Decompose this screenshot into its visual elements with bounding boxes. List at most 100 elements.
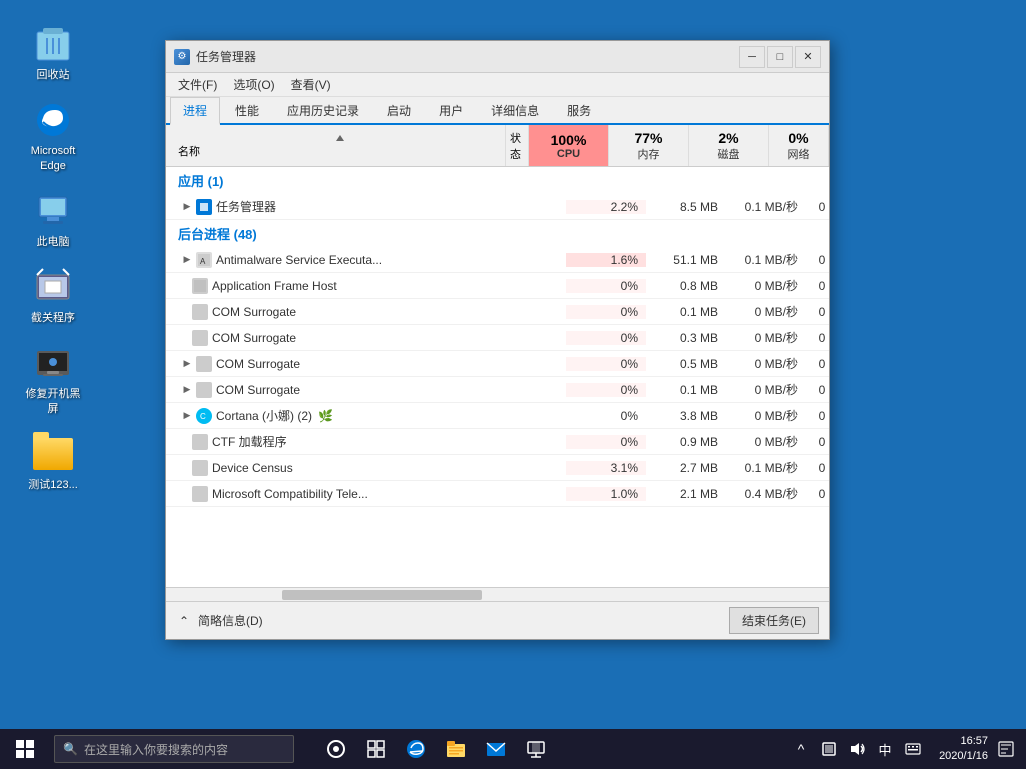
repair-label: 修复开机黑屏 xyxy=(22,387,84,416)
proc-disk: 0.1 MB/秒 xyxy=(726,251,806,268)
tab-history[interactable]: 应用历史记录 xyxy=(274,97,372,123)
disk-percent: 2% xyxy=(718,130,738,146)
taskbar-search[interactable]: 🔍 在这里输入你要搜索的内容 xyxy=(54,735,294,763)
repair-icon[interactable]: 修复开机黑屏 xyxy=(18,339,88,420)
edge-taskbar-icon[interactable] xyxy=(398,731,434,767)
proc-cpu: 3.1% xyxy=(566,461,646,475)
table-row[interactable]: Microsoft Compatibility Tele... 1.0% 2.1… xyxy=(166,481,829,507)
tray-caret-icon[interactable]: ^ xyxy=(791,739,811,759)
cpu-percent: 100% xyxy=(551,132,587,148)
ime-icon[interactable]: 中 xyxy=(875,739,895,759)
table-row[interactable]: ▶ A Antimalware Service Executa... 1.6% … xyxy=(166,247,829,273)
proc-memory: 0.5 MB xyxy=(646,357,726,371)
mail-taskbar-icon[interactable] xyxy=(478,731,514,767)
explorer-taskbar-icon[interactable] xyxy=(438,731,474,767)
menu-view[interactable]: 查看(V) xyxy=(283,74,339,96)
proc-network: 0 Mbps xyxy=(806,357,829,371)
col-memory[interactable]: 77% 内存 xyxy=(609,125,689,166)
proc-memory: 0.1 MB xyxy=(646,305,726,319)
multiwindow-icon[interactable] xyxy=(358,731,394,767)
cpu-label: CPU xyxy=(557,148,580,160)
tab-services[interactable]: 服务 xyxy=(554,97,604,123)
summary-info: ⌃ 简略信息(D) xyxy=(176,612,263,629)
proc-network: 0 Mbps xyxy=(806,383,829,397)
proc-disk: 0 MB/秒 xyxy=(726,303,806,320)
table-row[interactable]: ▶ COM Surrogate 0% 0.5 MB 0 MB/秒 0 Mbps xyxy=(166,351,829,377)
col-status-label: 状态 xyxy=(510,130,524,162)
taskbar-center-icons xyxy=(318,731,554,767)
proc-icon-cortana: C xyxy=(196,408,212,424)
volume-icon[interactable] xyxy=(847,739,867,759)
keyboard-icon[interactable] xyxy=(903,739,923,759)
tray-tablet-icon[interactable] xyxy=(819,739,839,759)
notification-icon[interactable] xyxy=(996,739,1016,759)
proc-network: 0 Mbps xyxy=(806,331,829,345)
table-row[interactable]: Application Frame Host 0% 0.8 MB 0 MB/秒 … xyxy=(166,273,829,299)
clock-time: 16:57 xyxy=(960,734,988,749)
process-list[interactable]: 应用 (1) ▶ 任务管理器 2.2% 8.5 MB 0.1 MB/秒 0 Mb… xyxy=(166,167,829,587)
screenshot-icon[interactable]: 截关程序 xyxy=(18,263,88,329)
table-row[interactable]: CTF 加载程序 0% 0.9 MB 0 MB/秒 0 Mbps xyxy=(166,429,829,455)
col-network[interactable]: 0% 网络 xyxy=(769,125,829,166)
table-row[interactable]: COM Surrogate 0% 0.3 MB 0 MB/秒 0 Mbps xyxy=(166,325,829,351)
proc-network: 0 Mbps xyxy=(806,253,829,267)
svg-text:C: C xyxy=(200,412,206,421)
proc-name-text: COM Surrogate xyxy=(212,305,296,319)
table-row[interactable]: ▶ 任务管理器 2.2% 8.5 MB 0.1 MB/秒 0 Mbps xyxy=(166,194,829,220)
proc-cpu: 1.6% xyxy=(566,253,646,267)
tab-startup[interactable]: 启动 xyxy=(374,97,424,123)
menu-options[interactable]: 选项(O) xyxy=(225,74,282,96)
proc-memory: 0.9 MB xyxy=(646,435,726,449)
system-clock[interactable]: 16:57 2020/1/16 xyxy=(939,734,988,765)
col-status[interactable]: 状态 xyxy=(506,125,529,166)
expand-icon[interactable]: ▶ xyxy=(182,202,192,212)
proc-memory: 51.1 MB xyxy=(646,253,726,267)
summary-arrow-icon[interactable]: ⌃ xyxy=(176,613,192,629)
start-button[interactable] xyxy=(0,729,50,769)
proc-network: 0 Mbps xyxy=(806,461,829,475)
column-headers: 名称 状态 100% CPU 77% 内存 2% 磁盘 0% xyxy=(166,125,829,167)
process-name-devicecensus: Device Census xyxy=(166,460,506,476)
col-disk[interactable]: 2% 磁盘 xyxy=(689,125,769,166)
taskview-icon[interactable] xyxy=(318,731,354,767)
expand-icon[interactable]: ▶ xyxy=(182,255,192,265)
taskbar: 🔍 在这里输入你要搜索的内容 xyxy=(0,729,1026,769)
end-task-button[interactable]: 结束任务(E) xyxy=(729,607,819,634)
table-row[interactable]: ▶ COM Surrogate 0% 0.1 MB 0 MB/秒 0 Mbps xyxy=(166,377,829,403)
table-row[interactable]: ▶ C Cortana (小娜) (2) 🌿 0% 3.8 MB 0 MB/秒 … xyxy=(166,403,829,429)
tab-performance[interactable]: 性能 xyxy=(222,97,272,123)
folder-icon-desktop[interactable]: 测试123... xyxy=(18,430,88,496)
maximize-button[interactable]: □ xyxy=(767,46,793,68)
tab-details[interactable]: 详细信息 xyxy=(478,97,552,123)
proc-cpu: 0% xyxy=(566,435,646,449)
minimize-button[interactable]: ─ xyxy=(739,46,765,68)
h-scrollbar-thumb[interactable] xyxy=(282,590,482,600)
expand-icon[interactable]: ▶ xyxy=(182,411,192,421)
menu-file[interactable]: 文件(F) xyxy=(170,74,225,96)
col-name[interactable]: 名称 xyxy=(166,125,506,166)
network-taskbar-icon[interactable] xyxy=(518,731,554,767)
tab-process[interactable]: 进程 xyxy=(170,97,220,125)
tab-users[interactable]: 用户 xyxy=(426,97,476,123)
expand-icon[interactable]: ▶ xyxy=(182,359,192,369)
taskmanager-window: ⚙ 任务管理器 ─ □ ✕ 文件(F) 选项(O) 查看(V) 进程 性能 应用… xyxy=(165,40,830,640)
table-row[interactable]: COM Surrogate 0% 0.1 MB 0 MB/秒 0 Mbps xyxy=(166,299,829,325)
expand-icon[interactable]: ▶ xyxy=(182,385,192,395)
mem-percent: 77% xyxy=(634,130,662,146)
desktop-icons: 回收站 Microsoft Edge xyxy=(18,20,88,496)
proc-icon-com2 xyxy=(192,330,208,346)
proc-name-text: Cortana (小娜) (2) xyxy=(216,407,312,424)
edge-icon[interactable]: Microsoft Edge xyxy=(18,96,88,177)
close-button[interactable]: ✕ xyxy=(795,46,821,68)
proc-network: 0 Mbps xyxy=(806,487,829,501)
col-cpu[interactable]: 100% CPU xyxy=(529,125,609,166)
table-row[interactable]: Device Census 3.1% 2.7 MB 0.1 MB/秒 0 Mbp… xyxy=(166,455,829,481)
proc-name-text: 任务管理器 xyxy=(216,198,276,215)
proc-disk: 0 MB/秒 xyxy=(726,355,806,372)
this-pc-icon[interactable]: 此电脑 xyxy=(18,187,88,253)
recycle-bin-icon[interactable]: 回收站 xyxy=(18,20,88,86)
proc-disk: 0.1 MB/秒 xyxy=(726,459,806,476)
proc-cpu: 0% xyxy=(566,279,646,293)
proc-icon-appframe xyxy=(192,278,208,294)
horizontal-scrollbar[interactable] xyxy=(166,587,829,601)
